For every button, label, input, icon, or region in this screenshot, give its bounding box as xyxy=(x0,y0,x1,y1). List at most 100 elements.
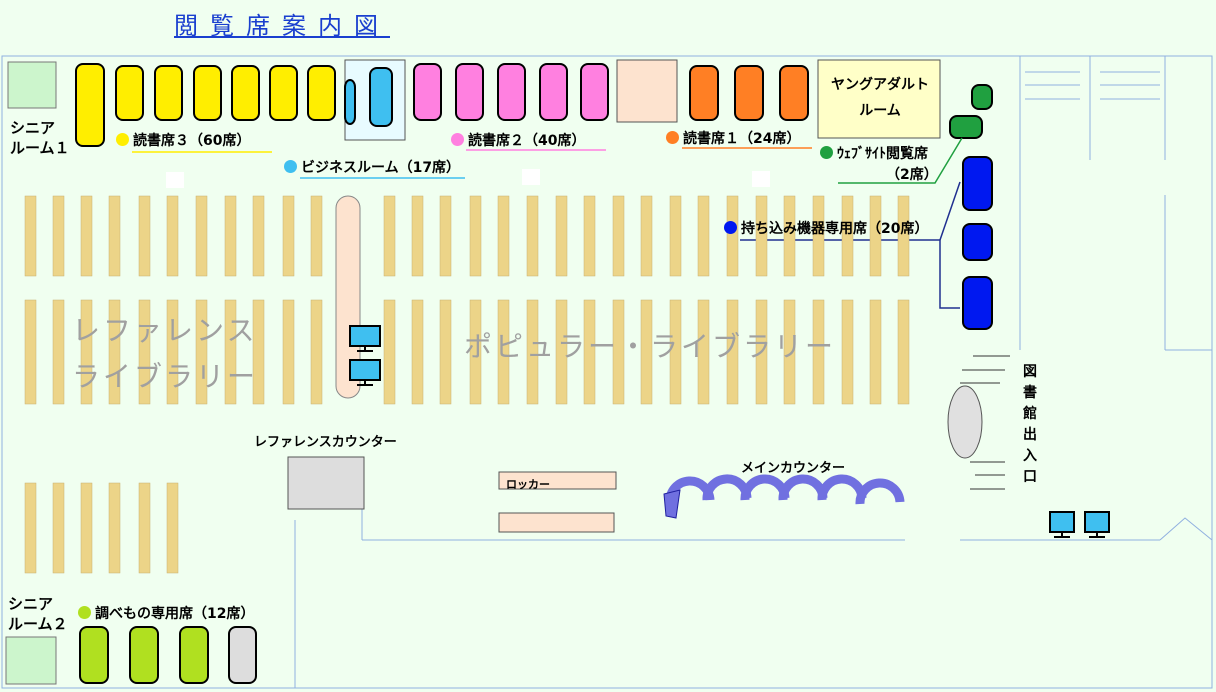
legend-research[interactable]: 調べもの専用席（12席） xyxy=(78,603,254,623)
legend-device-label: 持ち込み機器専用席（20席） xyxy=(741,221,929,237)
reference-counter[interactable] xyxy=(287,456,365,510)
reading-seat-1[interactable] xyxy=(779,65,809,121)
website-seat[interactable] xyxy=(949,115,983,139)
research-seat[interactable] xyxy=(179,626,209,684)
reading-seat-3[interactable] xyxy=(269,65,298,121)
legend-business[interactable]: ビジネスルーム（17席） xyxy=(284,157,460,177)
reference-counter-label: レファレンスカウンター xyxy=(254,435,397,450)
bookshelf xyxy=(411,299,424,405)
main-counter-segment[interactable] xyxy=(817,474,867,501)
locker[interactable] xyxy=(498,512,615,533)
bookshelf xyxy=(555,195,568,277)
bookshelf xyxy=(310,299,323,405)
reading-seat-3[interactable] xyxy=(115,65,144,121)
bookshelf xyxy=(697,195,710,277)
legend-reading2-label: 読書席２（40席） xyxy=(468,133,586,149)
business-seat[interactable] xyxy=(369,67,393,127)
peach-box xyxy=(616,59,678,123)
senior-room-1[interactable] xyxy=(7,61,57,109)
bookshelf xyxy=(310,195,323,277)
bookshelf xyxy=(108,482,121,574)
popular-library-label[interactable]: ポピュラー・ライブラリー xyxy=(464,325,836,365)
bookshelf xyxy=(841,299,854,405)
reference-library-line2: ライブラリー xyxy=(72,360,259,393)
senior-room-1-label[interactable]: シニア ルーム１ xyxy=(10,118,70,158)
bookshelf xyxy=(138,195,151,277)
bookshelf xyxy=(497,195,510,277)
reading-seat-3[interactable] xyxy=(75,63,105,147)
reading-seat-3[interactable] xyxy=(307,65,336,121)
bookshelf xyxy=(138,482,151,574)
computer-icon[interactable] xyxy=(1084,511,1110,533)
bookshelf xyxy=(195,195,208,277)
reading-seat-1[interactable] xyxy=(689,65,719,121)
legend-leader xyxy=(939,181,961,241)
column-marker xyxy=(522,169,540,185)
reference-library-label[interactable]: レファレンス ライブラリー xyxy=(72,308,258,400)
device-seat[interactable] xyxy=(962,156,993,211)
entrance-label[interactable]: 図書館出入口 xyxy=(1022,362,1038,488)
page-title: 閲覧席案内図 xyxy=(174,12,390,40)
research-seat[interactable] xyxy=(79,626,109,684)
young-adult-room-label[interactable]: ヤングアダルト ルーム xyxy=(820,72,940,124)
reading-seat-2[interactable] xyxy=(455,63,484,121)
reading-seat-2[interactable] xyxy=(413,63,442,121)
legend-device[interactable]: 持ち込み機器専用席（20席） xyxy=(724,218,928,238)
legend-reading2[interactable]: 読書席２（40席） xyxy=(451,130,585,150)
bookshelf xyxy=(469,195,482,277)
bookshelf xyxy=(583,195,596,277)
column-marker xyxy=(752,171,770,187)
reading-seat-2[interactable] xyxy=(497,63,526,121)
senior-room-2[interactable] xyxy=(5,636,57,685)
bookshelf xyxy=(52,195,65,277)
reference-library-line1: レファレンス xyxy=(72,314,258,347)
legend-business-label: ビジネスルーム（17席） xyxy=(301,160,461,176)
information-desk[interactable] xyxy=(947,385,983,459)
bookshelf xyxy=(52,482,65,574)
reading-seat-2[interactable] xyxy=(580,63,609,121)
bookshelf xyxy=(166,482,179,574)
reading-seat-3[interactable] xyxy=(231,65,260,121)
bookshelf xyxy=(24,195,37,277)
bookshelf xyxy=(80,195,93,277)
bookshelf xyxy=(383,195,396,277)
bookshelf xyxy=(252,195,265,277)
computer-icon[interactable] xyxy=(1049,511,1075,533)
bookshelf xyxy=(383,299,396,405)
device-seat[interactable] xyxy=(962,276,993,330)
bookshelf xyxy=(108,195,121,277)
legend-reading3[interactable]: 読書席３（60席） xyxy=(116,130,250,150)
legend-research-label: 調べもの専用席（12席） xyxy=(95,606,255,622)
bookshelf xyxy=(24,482,37,574)
reading-seat-2[interactable] xyxy=(539,63,568,121)
yellow-dot-icon xyxy=(116,133,129,146)
bookshelf xyxy=(526,195,539,277)
bookshelf xyxy=(439,195,452,277)
research-seat[interactable] xyxy=(129,626,159,684)
business-seat[interactable] xyxy=(344,79,356,125)
bookshelf xyxy=(612,195,625,277)
computer-icon[interactable] xyxy=(349,325,381,347)
blue-dot-icon xyxy=(724,221,737,234)
research-seat[interactable] xyxy=(228,626,257,684)
reading-seat-3[interactable] xyxy=(154,65,183,121)
bookshelf xyxy=(24,299,37,405)
legend-website-count: （2席） xyxy=(886,167,938,183)
reading-seat-1[interactable] xyxy=(734,65,764,121)
bookshelf xyxy=(282,299,295,405)
device-seat[interactable] xyxy=(962,223,993,261)
bookshelf xyxy=(282,195,295,277)
reading-seat-3[interactable] xyxy=(193,65,222,121)
computer-icon[interactable] xyxy=(349,359,381,381)
bookshelf xyxy=(669,195,682,277)
senior-room-2-label[interactable]: シニア ルーム２ xyxy=(8,594,68,634)
legend-reading1[interactable]: 読書席１（24席） xyxy=(666,128,800,148)
legend-website[interactable]: ｳｪﾌﾞｻｲﾄ閲覧席 xyxy=(820,143,928,163)
pink-dot-icon xyxy=(451,133,464,146)
bookshelf xyxy=(411,195,424,277)
main-counter-segment[interactable] xyxy=(855,478,905,505)
bookshelf xyxy=(897,299,910,405)
bookshelf xyxy=(869,299,882,405)
bookshelf xyxy=(52,299,65,405)
website-seat[interactable] xyxy=(971,84,993,110)
